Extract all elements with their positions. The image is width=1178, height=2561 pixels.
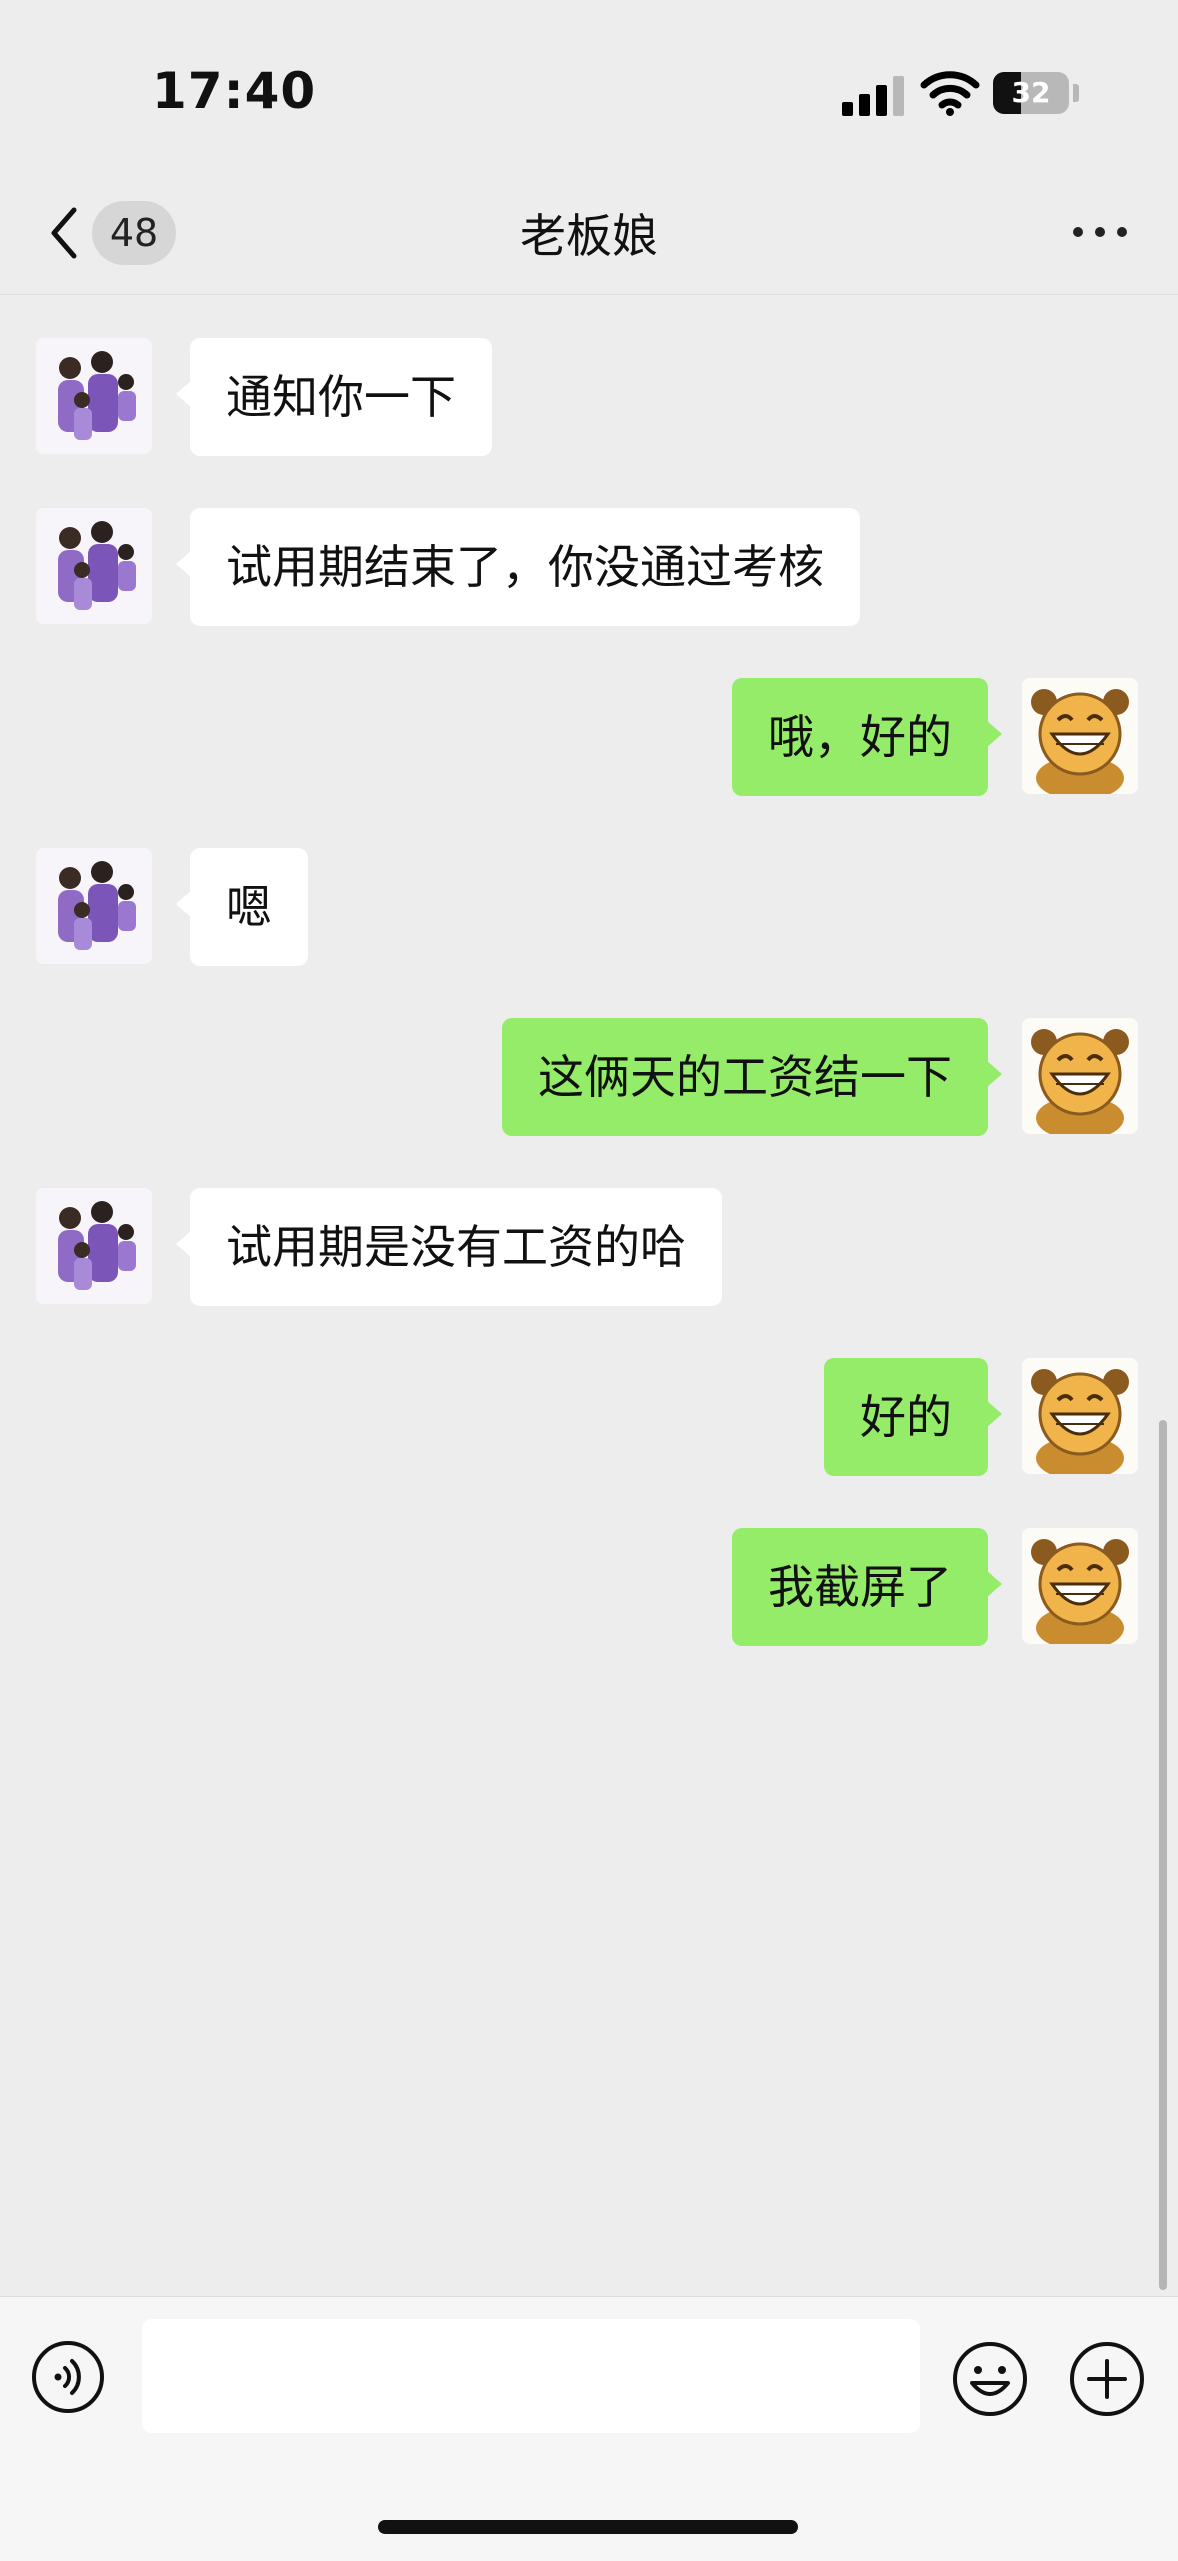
my-avatar[interactable]: [1022, 1528, 1138, 1644]
message-row: 这俩天的工资结一下: [0, 1018, 1178, 1136]
family-portrait-icon: [36, 338, 152, 454]
message-row: 好的: [0, 1358, 1178, 1476]
contact-avatar[interactable]: [36, 338, 152, 454]
message-row: 哦，好的: [0, 678, 1178, 796]
status-time: 17:40: [152, 62, 317, 120]
laughing-bear-icon: [1022, 678, 1138, 794]
my-avatar[interactable]: [1022, 678, 1138, 794]
incoming-message-bubble[interactable]: 试用期是没有工资的哈: [176, 1188, 722, 1306]
outgoing-message-bubble[interactable]: 我截屏了: [732, 1528, 1002, 1646]
more-button[interactable]: [1060, 200, 1140, 264]
message-row: 试用期是没有工资的哈: [0, 1188, 1178, 1306]
laughing-bear-icon: [1022, 1358, 1138, 1474]
outgoing-message-bubble[interactable]: 好的: [824, 1358, 1002, 1476]
message-row: 嗯: [0, 848, 1178, 966]
contact-avatar[interactable]: [36, 508, 152, 624]
my-avatar[interactable]: [1022, 1018, 1138, 1134]
chat-title: 老板娘: [520, 209, 658, 263]
battery-level: 32: [1011, 76, 1051, 109]
my-avatar[interactable]: [1022, 1358, 1138, 1474]
plus-icon[interactable]: [1067, 2339, 1147, 2419]
message-row: 试用期结束了，你没通过考核: [0, 508, 1178, 626]
cellular-signal-icon: [842, 76, 904, 116]
message-row: 通知你一下: [0, 338, 1178, 456]
more-dots-icon: [1073, 227, 1083, 237]
message-input[interactable]: [142, 2319, 920, 2433]
laughing-bear-icon: [1022, 1018, 1138, 1134]
status-bar: 17:40 32: [0, 0, 1178, 170]
outgoing-message-bubble[interactable]: 哦，好的: [732, 678, 1002, 796]
outgoing-message-bubble[interactable]: 这俩天的工资结一下: [502, 1018, 1002, 1136]
contact-avatar[interactable]: [36, 848, 152, 964]
message-row: 我截屏了: [0, 1528, 1178, 1646]
incoming-message-bubble[interactable]: 嗯: [176, 848, 308, 966]
family-portrait-icon: [36, 1188, 152, 1304]
laughing-bear-icon: [1022, 1528, 1138, 1644]
emoji-icon[interactable]: [950, 2339, 1030, 2419]
incoming-message-bubble[interactable]: 试用期结束了，你没通过考核: [176, 508, 860, 626]
chat-header: 48 老板娘: [0, 170, 1178, 295]
voice-icon[interactable]: [30, 2339, 106, 2415]
scrollbar[interactable]: [1159, 1420, 1167, 2290]
family-portrait-icon: [36, 508, 152, 624]
contact-avatar[interactable]: [36, 1188, 152, 1304]
battery-icon: 32: [993, 72, 1069, 114]
wifi-icon: [920, 71, 980, 116]
incoming-message-bubble[interactable]: 通知你一下: [176, 338, 492, 456]
family-portrait-icon: [36, 848, 152, 964]
home-indicator[interactable]: [378, 2520, 798, 2534]
